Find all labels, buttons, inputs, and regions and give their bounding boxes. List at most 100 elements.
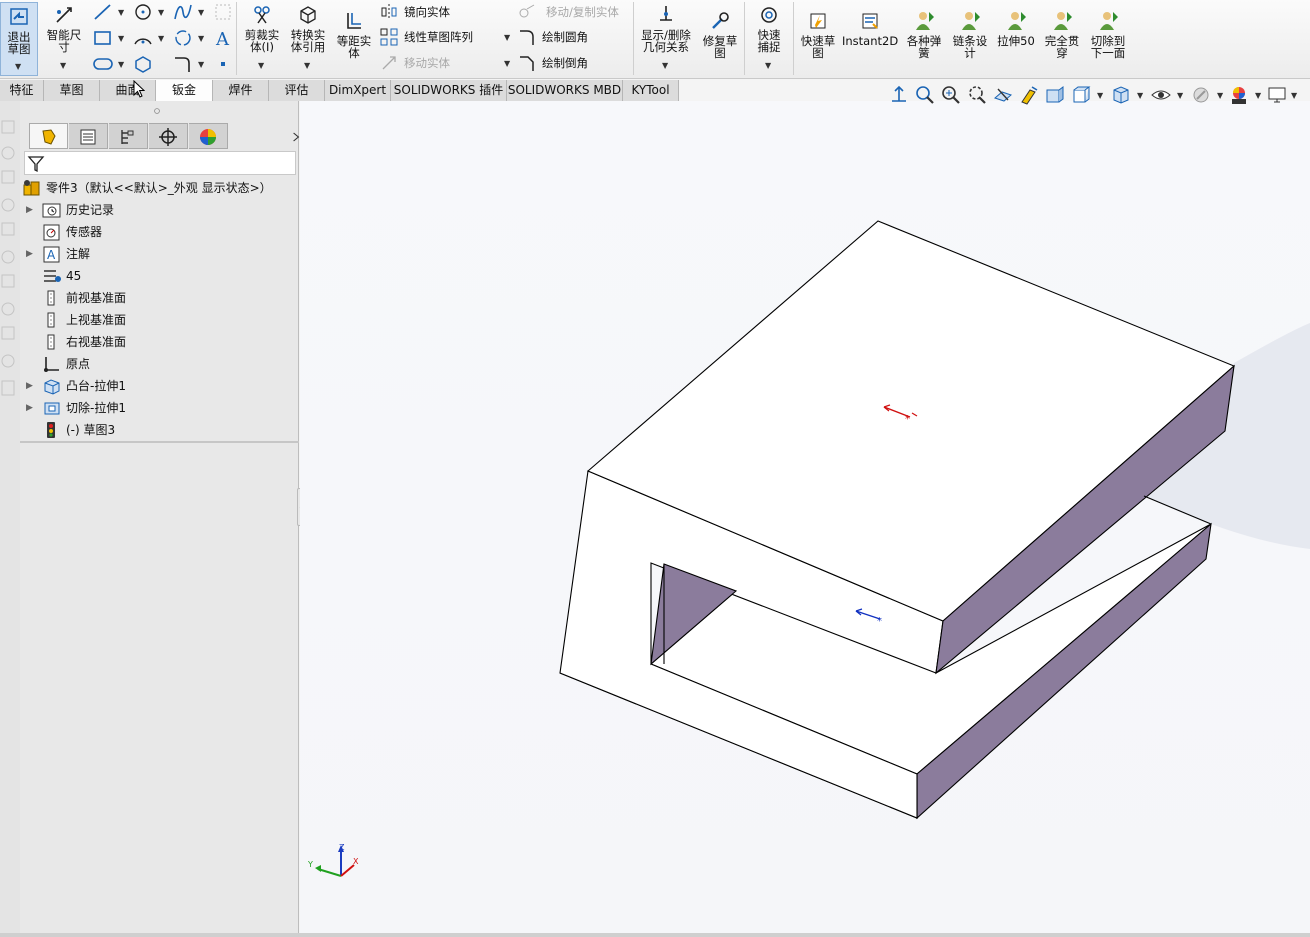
repair-sketch-button[interactable]: 修复草图 [698,10,742,59]
tab-solidworks-mbd[interactable]: SOLIDWORKS MBD [507,80,623,101]
expand-arrow-icon[interactable]: ▶ [26,199,33,221]
dropdown-caret-icon[interactable]: ▼ [198,8,204,17]
edit-appearance-icon[interactable] [1190,84,1212,106]
tree-item-material[interactable]: 45 [26,265,286,287]
dropdown-caret-icon[interactable]: ▼ [1217,91,1223,100]
tree-item-sensors[interactable]: 传感器 [26,221,286,243]
cut-next-button[interactable]: 切除到下一面 [1086,10,1130,59]
arc-icon[interactable] [132,28,154,48]
dropdown-caret-icon[interactable]: ▼ [158,8,164,17]
dropdown-caret-icon[interactable]: ▼ [662,60,668,72]
dropdown-caret-icon[interactable]: ▼ [158,34,164,43]
zoom-in-out-icon[interactable] [966,84,988,106]
expand-arrow-icon[interactable]: ▶ [26,375,33,397]
tab-dimxpert[interactable]: DimXpert [325,80,391,101]
tab-weldments[interactable]: 焊件 [213,80,269,101]
exit-sketch-button[interactable]: 退出草图 ▼ [0,2,38,76]
property-manager-tab[interactable] [69,123,108,149]
apply-scene-icon[interactable] [1228,84,1250,106]
rapid-sketch-button[interactable]: 快速草图 [796,10,840,59]
point-grid-icon[interactable] [212,2,234,22]
slot-icon[interactable] [92,54,114,74]
tab-features[interactable]: 特征 [0,80,44,101]
chain-design-button[interactable]: 链条设计 [948,10,992,59]
hide-show-items-icon[interactable] [1150,84,1172,106]
trim-entities-button[interactable]: 剪裁实体(I) ▼ [240,4,284,70]
smart-dimension-button[interactable]: 智能尺寸 ▼ [42,4,86,70]
part-model-canvas[interactable]: * * Z Y X [300,101,1310,937]
quick-snaps-button[interactable]: 快速捕捉 ▼ [748,4,790,70]
dropdown-caret-icon[interactable]: ▼ [1291,91,1297,100]
tree-item-right-plane[interactable]: 右视基准面 [26,331,286,353]
dropdown-caret-icon[interactable]: ▼ [60,60,66,72]
section-view-icon[interactable] [992,84,1014,106]
sketch-fillet-icon[interactable] [172,54,194,74]
dropdown-caret-icon[interactable]: ▼ [765,60,771,72]
move-copy-button[interactable]: 移动/复制实体 [518,2,633,22]
rectangle-icon[interactable] [92,28,114,48]
tree-item-sketch3[interactable]: (-) 草图3 [26,419,286,441]
tree-item-front-plane[interactable]: 前视基准面 [26,287,286,309]
dropdown-caret-icon[interactable]: ▼ [258,60,264,72]
dropdown-caret-icon[interactable]: ▼ [1137,91,1143,100]
dropdown-caret-icon[interactable]: ▼ [304,60,310,72]
tree-item-origin[interactable]: 原点 [26,353,286,375]
dropdown-caret-icon[interactable]: ▼ [504,33,510,42]
dropdown-caret-icon[interactable]: ▼ [1255,91,1261,100]
springs-button[interactable]: 各种弹簧 [902,10,946,59]
tree-item-boss-extrude[interactable]: ▶ 凸台-拉伸1 [26,375,286,397]
spline-icon[interactable] [172,2,194,22]
dropdown-caret-icon[interactable]: ▼ [198,34,204,43]
zoom-to-fit-icon[interactable] [914,84,936,106]
display-manager-tab[interactable] [189,123,228,149]
convert-entities-button[interactable]: 转换实体引用 ▼ [286,4,330,70]
dropdown-caret-icon[interactable]: ▼ [1177,91,1183,100]
previous-view-icon[interactable] [1044,84,1066,106]
zoom-to-area-icon[interactable] [940,84,962,106]
tree-item-top-plane[interactable]: 上视基准面 [26,309,286,331]
sketch-chamfer-button[interactable]: 绘制倒角 [518,53,618,73]
dropdown-caret-icon[interactable]: ▼ [118,34,124,43]
circle-icon[interactable] [132,2,154,22]
configuration-manager-tab[interactable] [109,123,148,149]
text-icon[interactable]: A [212,28,234,48]
offset-entities-button[interactable]: 等距实体 [332,10,376,59]
tab-surfaces[interactable]: 曲面 [100,80,156,101]
move-entities-button[interactable]: 移动实体 [380,53,500,73]
view-settings-icon[interactable] [1266,84,1288,106]
graphics-area[interactable]: * * Z Y X [300,101,1310,937]
extrude50-button[interactable]: 拉伸50 [994,10,1038,47]
panel-drag-handle-icon[interactable] [153,107,161,115]
dimxpert-manager-tab[interactable] [149,123,188,149]
tree-item-history[interactable]: ▶ 历史记录 [26,199,286,221]
expand-arrow-icon[interactable]: ▶ [26,397,33,419]
mirror-entities-button[interactable]: 镜向实体 [380,2,500,22]
tab-sheet-metal[interactable]: 钣金 [156,80,213,101]
dropdown-caret-icon[interactable]: ▼ [118,60,124,69]
feature-manager-tab[interactable] [29,123,68,149]
point-icon[interactable] [212,54,234,74]
expand-panel-chevron-icon[interactable] [292,131,300,143]
through-all-button[interactable]: 完全贯穿 [1040,10,1084,59]
dropdown-caret-icon[interactable]: ▼ [504,59,510,68]
line-icon[interactable] [92,2,114,22]
tab-sketch[interactable]: 草图 [44,80,100,101]
dropdown-caret-icon[interactable]: ▼ [15,61,21,73]
dropdown-caret-icon[interactable]: ▼ [118,8,124,17]
view-previous-icon[interactable] [888,84,910,106]
dropdown-caret-icon[interactable]: ▼ [198,60,204,69]
tab-solidworks-addins[interactable]: SOLIDWORKS 插件 [391,80,507,101]
dropdown-caret-icon[interactable]: ▼ [1097,91,1103,100]
dynamic-annotation-icon[interactable] [1018,84,1040,106]
tree-item-annotations[interactable]: ▶ A 注解 [26,243,286,265]
instant2d-button[interactable]: Instant2D [842,10,898,47]
tab-evaluate[interactable]: 评估 [269,80,325,101]
polygon-icon[interactable] [132,54,154,74]
tab-kytool[interactable]: KYTool [623,80,679,101]
linear-pattern-button[interactable]: 线性草图阵列 [380,27,510,47]
expand-arrow-icon[interactable]: ▶ [26,243,33,265]
view-orientation-icon[interactable] [1070,84,1092,106]
sketch-fillet-button[interactable]: 绘制圆角 [518,27,618,47]
c-bracket-part[interactable] [559,220,1236,820]
tree-item-cut-extrude[interactable]: ▶ 切除-拉伸1 [26,397,286,419]
